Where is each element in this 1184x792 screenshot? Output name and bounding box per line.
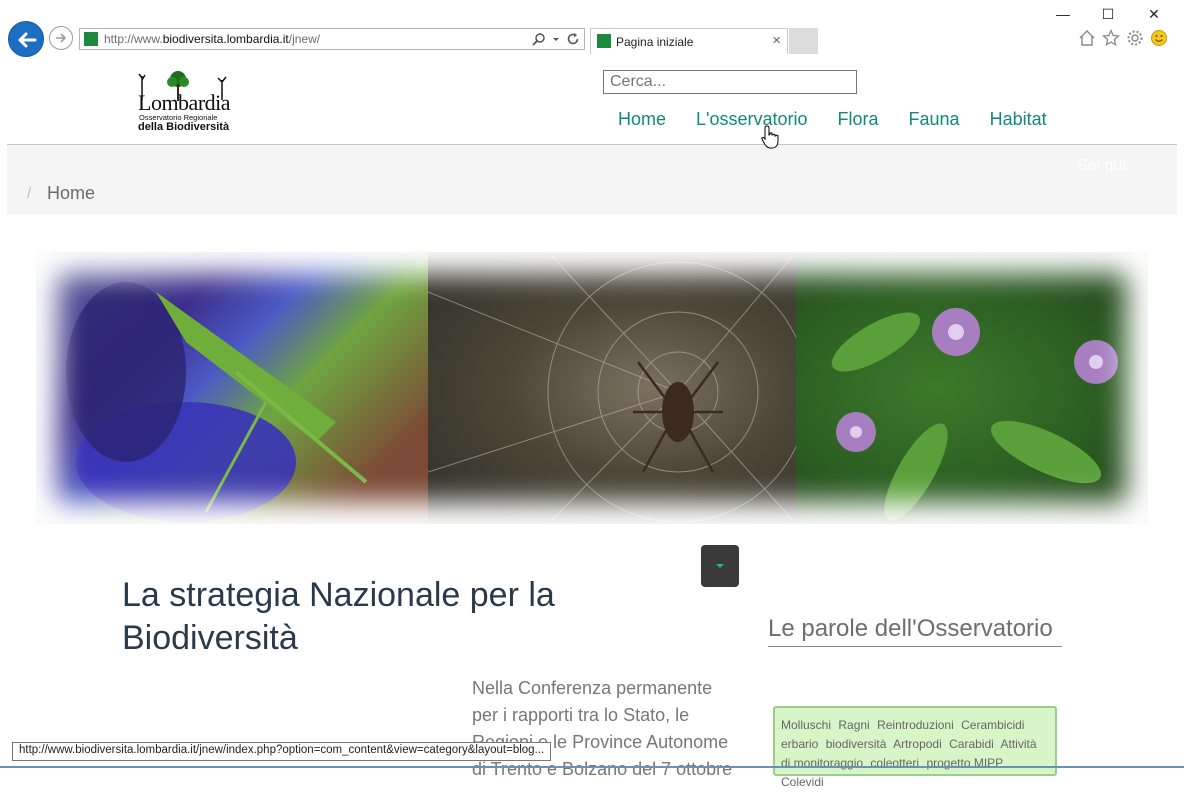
site-header: Lombardia Osservatorio Regionale della B…	[7, 58, 1177, 146]
dropdown-arrow-icon[interactable]	[552, 32, 560, 46]
hero-banner	[36, 252, 1148, 524]
tab-favicon-icon	[597, 34, 611, 48]
back-button[interactable]	[8, 21, 44, 57]
smiley-feedback-icon[interactable]	[1150, 29, 1168, 47]
site-logo[interactable]: Lombardia Osservatorio Regionale della B…	[138, 70, 238, 134]
spider-web-photo	[428, 252, 796, 524]
nav-home[interactable]: Home	[618, 109, 666, 130]
forward-arrow-icon	[56, 33, 67, 43]
browser-tab[interactable]: Pagina iniziale ×	[590, 28, 788, 54]
status-bar-url: http://www.biodiversita.lombardia.it/jne…	[12, 742, 552, 761]
new-tab-button[interactable]	[789, 28, 818, 54]
back-arrow-icon	[18, 32, 37, 48]
main-navigation: Home L'osservatorio Flora Fauna Habitat	[618, 109, 1047, 130]
tag-link[interactable]: Carabidi	[949, 737, 994, 751]
breadcrumb-label: Sei qui:	[1077, 157, 1131, 174]
close-window-button[interactable]: ✕	[1144, 6, 1164, 23]
article-title: La strategia Nazionale per la Biodiversi…	[122, 576, 555, 657]
tag-link[interactable]: Reintroduzioni	[877, 718, 954, 732]
address-url: http://www.biodiversita.lombardia.it/jne…	[104, 32, 321, 46]
tag-link[interactable]: Cerambicidi	[961, 718, 1024, 732]
favorites-star-icon[interactable]	[1102, 29, 1120, 47]
browser-chrome: http://www.biodiversita.lombardia.it/jne…	[0, 0, 1184, 58]
logo-subtitle-2: della Biodiversità	[138, 121, 230, 133]
search-icon[interactable]	[532, 32, 546, 46]
toggle-menu-button[interactable]	[701, 545, 739, 587]
refresh-icon[interactable]	[566, 32, 580, 46]
nav-osservatorio[interactable]: L'osservatorio	[696, 109, 808, 130]
sidebar-title: Le parole dell'Osservatorio	[768, 614, 1062, 647]
grasshopper-photo	[36, 252, 428, 524]
home-icon[interactable]	[1078, 29, 1096, 47]
forward-button[interactable]	[49, 26, 73, 50]
minimize-button[interactable]: —	[1053, 6, 1073, 22]
tag-link[interactable]: Molluschi	[781, 718, 831, 732]
breadcrumb: Sei qui: / Home	[7, 145, 1177, 214]
nav-habitat[interactable]: Habitat	[990, 109, 1047, 130]
nav-fauna[interactable]: Fauna	[909, 109, 960, 130]
tag-link[interactable]: Artropodi	[893, 737, 942, 751]
flowers-photo	[796, 252, 1148, 524]
tag-link[interactable]: Colevidi	[781, 775, 824, 789]
tag-link[interactable]: Ragni	[838, 718, 869, 732]
breadcrumb-current: Home	[47, 183, 96, 203]
site-search-input[interactable]	[603, 70, 857, 94]
maximize-button[interactable]: ☐	[1098, 6, 1118, 23]
breadcrumb-separator: /	[27, 185, 32, 202]
address-bar[interactable]: http://www.biodiversita.lombardia.it/jne…	[79, 28, 585, 50]
site-favicon-icon	[84, 32, 98, 46]
gear-icon[interactable]	[1126, 29, 1144, 47]
tab-title: Pagina iniziale	[616, 35, 694, 49]
close-tab-icon[interactable]: ×	[772, 32, 781, 49]
tag-link[interactable]: biodiversità	[826, 737, 887, 751]
nav-flora[interactable]: Flora	[838, 109, 879, 130]
hand-cursor-icon	[761, 125, 779, 149]
caret-down-icon	[716, 564, 724, 568]
tag-link[interactable]: erbario	[781, 737, 818, 751]
